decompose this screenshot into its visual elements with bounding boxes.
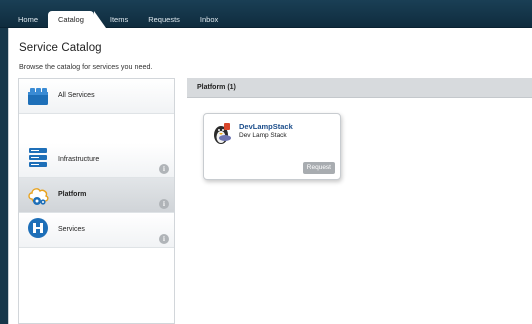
category-infrastructure[interactable]: Infrastructure i [19,143,174,178]
info-icon[interactable]: i [159,234,169,244]
request-button[interactable]: Request [302,162,335,174]
tab-home[interactable]: Home [8,11,48,28]
network-node-icon [28,218,48,238]
cloud-gear-icon [28,188,49,205]
panel-header-title: Platform (1) [197,84,236,91]
panel-header: Platform (1) [187,78,532,98]
category-platform[interactable]: Platform i [19,178,174,213]
item-description: Dev Lamp Stack [239,132,287,139]
tab-requests[interactable]: Requests [138,11,190,28]
catalog-item-card[interactable]: DevLampStack Dev Lamp Stack Request [203,113,341,180]
tab-catalog[interactable]: Catalog [48,11,106,28]
item-title[interactable]: DevLampStack [239,122,293,131]
category-label: All Services [58,92,95,99]
lego-brick-icon [28,88,48,105]
server-stack-icon [29,148,47,167]
page-subtitle: Browse the catalog for services you need… [19,62,153,71]
top-navigation-bar: Home Catalog Items Requests Inbox [0,0,532,28]
catalog-items-panel: Platform (1) DevLampStack Dev Lamp Stack… [187,78,532,324]
page-title: Service Catalog [19,42,102,54]
category-all-services[interactable]: All Services [19,79,174,114]
category-list: All Services Infrastructure i Platform i… [18,78,175,324]
category-label: Platform [58,191,87,198]
catalog-page: Service Catalog Browse the catalog for s… [8,28,532,324]
info-icon[interactable]: i [159,199,169,209]
category-label: Services [58,226,85,233]
nav-tabs: Home Catalog Items Requests Inbox [8,11,228,28]
info-icon[interactable]: i [159,164,169,174]
linux-apache-php-icon [214,123,231,144]
category-services[interactable]: Services i [19,213,174,248]
category-label: Infrastructure [58,156,100,163]
tab-inbox[interactable]: Inbox [190,11,228,28]
